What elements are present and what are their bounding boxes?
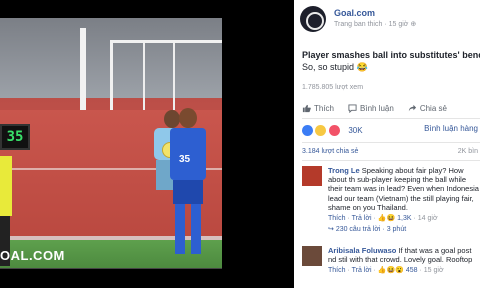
like-emoji-icon xyxy=(302,125,313,137)
divider xyxy=(302,142,480,143)
post-actions: Thích Bình luận Chia sẻ xyxy=(302,100,480,116)
comment-button[interactable]: Bình luận xyxy=(348,100,394,116)
share-button[interactable]: Chia sẻ xyxy=(408,100,447,116)
commenter-avatar[interactable] xyxy=(302,166,322,186)
reaction-count: 30K xyxy=(348,126,363,136)
comment-reaction-count[interactable]: 458 xyxy=(406,267,418,274)
divider xyxy=(302,160,480,161)
replies-text: 230 câu trả lời · 3 phút xyxy=(335,226,407,234)
video-frame: 35 35 xyxy=(0,18,222,268)
post-header: Goal.com Trang ban thich · 15 giờ ⊕ xyxy=(300,6,480,34)
reaction-summary[interactable]: 30K Bình luận hàng xyxy=(302,122,480,138)
comment-like-button[interactable]: Thích xyxy=(328,267,346,274)
player-number: 35 xyxy=(179,154,191,165)
comment-count[interactable]: 2K bìn xyxy=(458,148,478,155)
comment-reply-button[interactable]: Trả lời xyxy=(352,215,372,222)
commenter-name[interactable]: Trong Le xyxy=(328,166,360,175)
referee xyxy=(0,136,14,266)
comment-reaction-count[interactable]: 1,3K xyxy=(397,215,411,222)
comment-body: Trong Le Speaking about fair play? How a… xyxy=(328,166,480,234)
comment-ranking[interactable]: Bình luận hàng xyxy=(424,124,478,133)
comment-time: 15 giờ xyxy=(423,267,444,275)
post-text: So, so stupid 😂 xyxy=(302,62,368,72)
comment-icon xyxy=(348,103,357,113)
comment-body: Aribisala Foluwaso If that was a goal po… xyxy=(328,246,480,276)
comment-reaction-icons: 👍😆😮 xyxy=(377,267,404,275)
commenter-name[interactable]: Aribisala Foluwaso xyxy=(328,246,396,255)
like-button[interactable]: Thích xyxy=(302,100,334,116)
like-label: Thích xyxy=(314,103,335,113)
share-count[interactable]: 3.184 lượt chia sẻ xyxy=(302,148,358,155)
post-meta: Trang ban thich · 15 giờ ⊕ xyxy=(334,20,416,28)
share-label: Chia sẻ xyxy=(419,103,447,113)
metal-barrier xyxy=(110,40,222,110)
view-count: 1.785.805 lượt xem xyxy=(302,84,364,91)
page-avatar[interactable] xyxy=(300,6,326,32)
page-label: Trang ban thich xyxy=(334,21,383,28)
page-name[interactable]: Goal.com xyxy=(334,8,375,18)
love-emoji-icon xyxy=(328,125,340,137)
haha-emoji-icon xyxy=(315,125,327,137)
video-player[interactable]: 35 35 OAL.COM xyxy=(0,0,294,288)
divider xyxy=(302,118,480,119)
comment-reaction-icons: 👍😆 xyxy=(377,215,396,223)
facebook-post: Goal.com Trang ban thich · 15 giờ ⊕ Play… xyxy=(294,0,480,288)
globe-icon: ⊕ xyxy=(410,21,417,28)
share-icon xyxy=(408,104,416,111)
player-blue: 35 xyxy=(170,108,206,258)
comment-reply-button[interactable]: Trả lời xyxy=(352,267,372,274)
goal-post xyxy=(80,28,86,113)
view-replies-link[interactable]: ↪ 230 câu trả lời · 3 phút xyxy=(328,225,480,234)
substitution-board: 35 xyxy=(0,124,30,150)
comment-time: 14 giờ xyxy=(417,215,438,223)
post-title: Player smashes ball into substitutes' be… xyxy=(302,50,480,60)
comment-actions: Thích · Trả lời · 👍😆 1,3K · 14 giờ xyxy=(328,215,438,223)
video-watermark: OAL.COM xyxy=(0,248,65,263)
comment-like-button[interactable]: Thích xyxy=(328,215,346,222)
commenter-avatar[interactable] xyxy=(302,246,322,266)
comment-actions: Thích · Trả lời · 👍😆😮 458 · 15 giờ xyxy=(328,267,444,275)
thumbs-up-icon xyxy=(302,104,311,112)
comment-label: Bình luận xyxy=(360,103,394,113)
video-progress-line xyxy=(0,268,222,269)
post-time[interactable]: 15 giờ xyxy=(389,21,409,28)
